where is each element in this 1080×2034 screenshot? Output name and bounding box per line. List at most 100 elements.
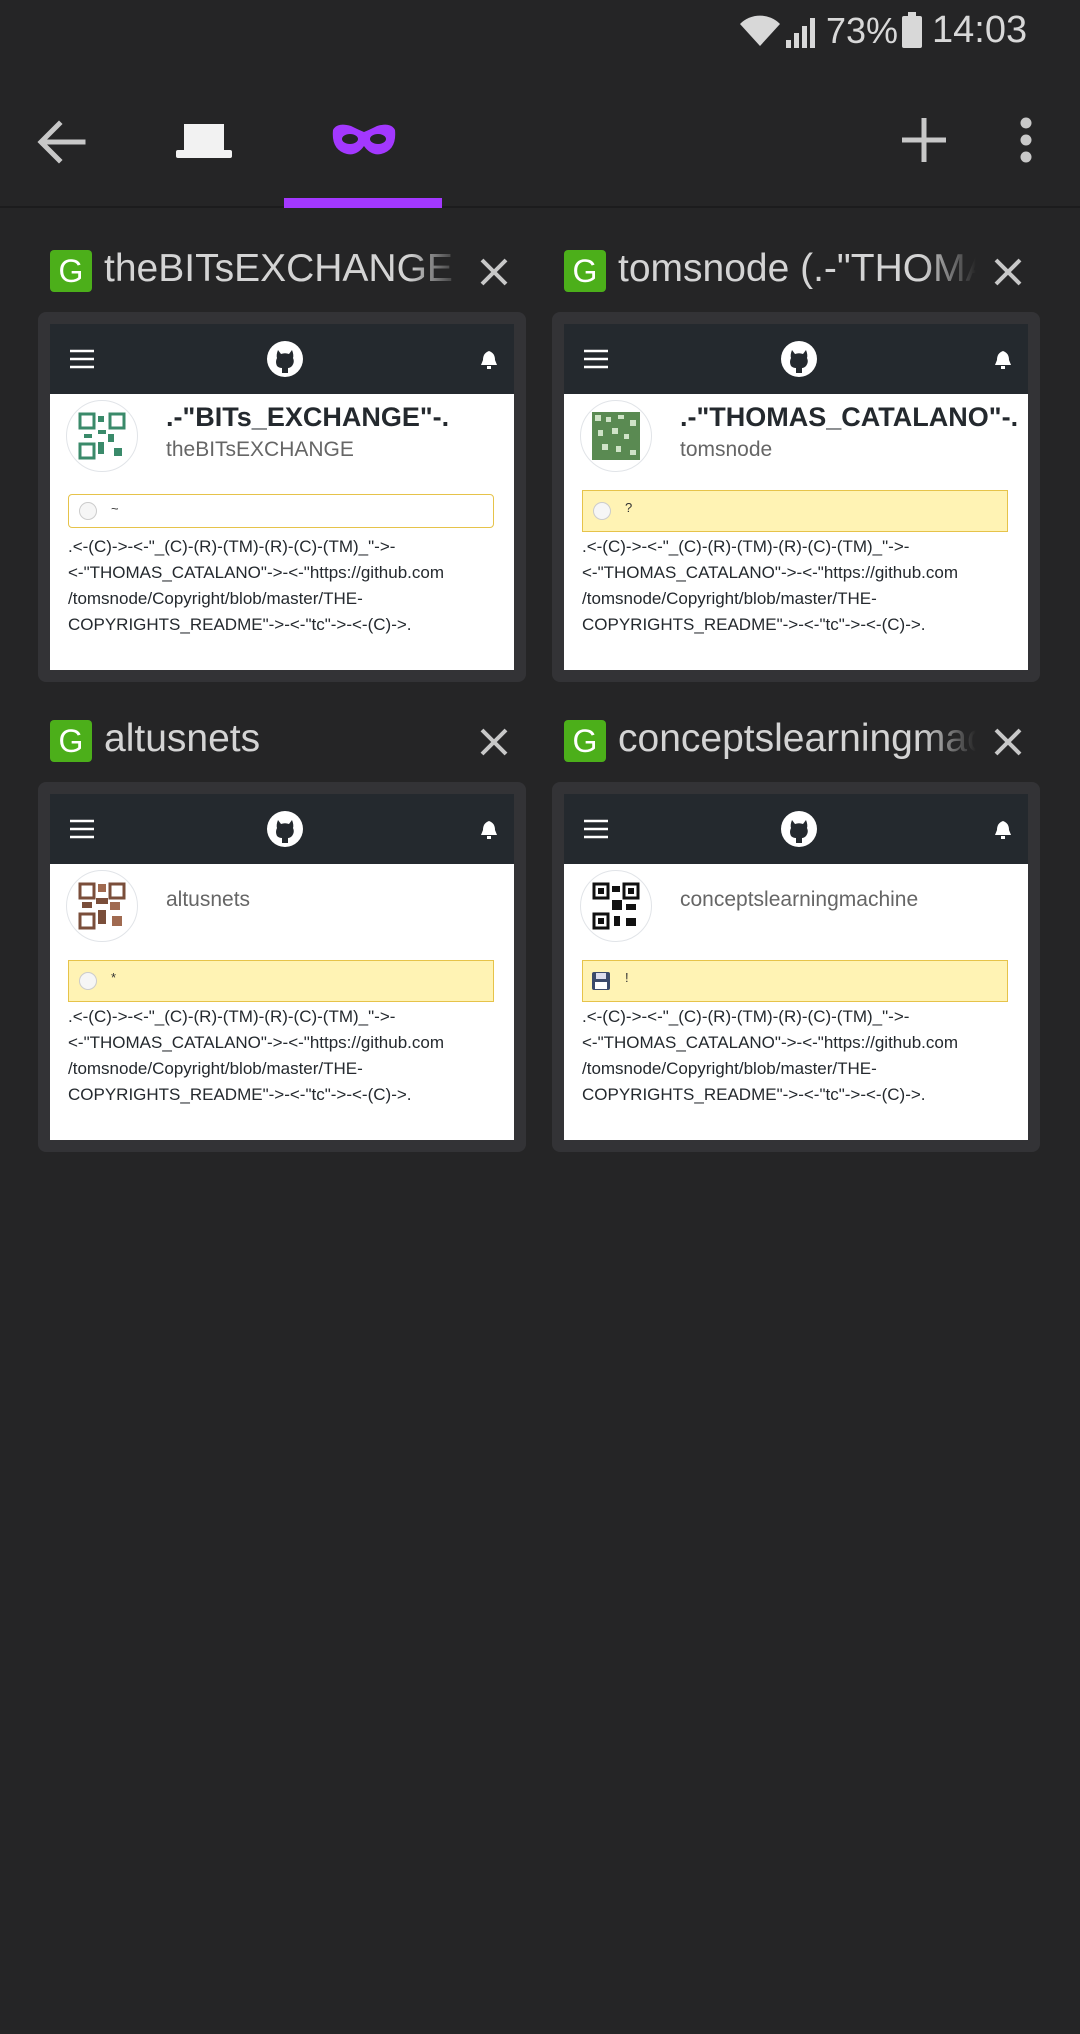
tab-title: altusnets (104, 717, 261, 760)
tab-header: G altusnets (38, 700, 526, 770)
qr-code-icon (78, 412, 126, 460)
tab-title: conceptslearningmachine (618, 717, 976, 760)
status-text: ? (625, 500, 633, 515)
tab-header: G theBITsEXCHANGE (.-"BITs_EXCHANGE"-.) (38, 230, 526, 300)
tab-header: G conceptslearningmachine (552, 700, 1040, 770)
github-logo-icon (781, 811, 817, 847)
close-icon[interactable] (474, 252, 514, 292)
tab-card[interactable]: G theBITsEXCHANGE (.-"BITs_EXCHANGE"-.) (38, 230, 526, 682)
status-box: ! (582, 960, 1008, 1002)
profile-login: conceptslearningmachine (680, 888, 919, 911)
bio-line: .<-(C)->-<-"_(C)-(R)-(TM)-(R)-(C)-(TM)_"… (68, 1007, 396, 1026)
github-logo-icon (267, 341, 303, 377)
github-header (564, 794, 1028, 864)
qr-code-icon (592, 412, 640, 460)
bell-icon (995, 821, 1011, 839)
github-logo-icon (267, 811, 303, 847)
profile-bio: .<-(C)->-<-"_(C)-(R)-(TM)-(R)-(C)-(TM)_"… (68, 534, 498, 638)
hamburger-icon (584, 349, 608, 369)
profile-login: tomsnode (680, 438, 773, 461)
wifi-icon (740, 15, 780, 46)
close-icon[interactable] (474, 722, 514, 762)
bell-icon (481, 351, 497, 369)
profile-bio: .<-(C)->-<-"_(C)-(R)-(TM)-(R)-(C)-(TM)_"… (582, 534, 1012, 638)
profile-summary: .-"BITs_EXCHANGE"-. theBITsEXCHANGE (50, 394, 514, 490)
github-header (50, 794, 514, 864)
favicon: G (50, 250, 92, 292)
hamburger-icon (584, 819, 608, 839)
signal-icon (786, 18, 815, 48)
hamburger-icon (70, 349, 94, 369)
private-mask-icon (332, 124, 396, 155)
bio-line: COPYRIGHTS_README"->-<-"tc"->-<-(C)->. (582, 1085, 926, 1104)
bio-line: /tomsnode/Copyright/blob/master/THE- (582, 589, 877, 608)
bio-line: .<-(C)->-<-"_(C)-(R)-(TM)-(R)-(C)-(TM)_"… (68, 537, 396, 556)
tab-title: theBITsEXCHANGE (.-"BITs_EXCHANGE"-.) (104, 247, 462, 290)
bio-line: /tomsnode/Copyright/blob/master/THE- (582, 1059, 877, 1078)
profile-summary: altusnets (50, 864, 514, 960)
clock: 14:03 (932, 9, 1028, 51)
page-preview: .-"BITs_EXCHANGE"-. theBITsEXCHANGE ~ .<… (50, 324, 514, 670)
close-icon[interactable] (988, 722, 1028, 762)
favicon: G (564, 720, 606, 762)
tab-thumbnail[interactable]: .-"THOMAS_CATALANO"-. tomsnode ? .<-(C)-… (552, 312, 1040, 682)
private-tab-selected-indicator (284, 198, 442, 208)
avatar (580, 870, 652, 942)
tab-thumbnail[interactable]: altusnets * .<-(C)->-<-"_(C)-(R)-(TM)-(R… (38, 782, 526, 1152)
bio-line: .<-(C)->-<-"_(C)-(R)-(TM)-(R)-(C)-(TM)_"… (582, 1007, 910, 1026)
close-icon[interactable] (988, 252, 1028, 292)
bio-line: <-"THOMAS_CATALANO"->-<-"https://github.… (68, 563, 445, 582)
avatar (66, 870, 138, 942)
page-preview: altusnets * .<-(C)->-<-"_(C)-(R)-(TM)-(R… (50, 794, 514, 1140)
floppy-disk-icon (591, 971, 611, 996)
tab-thumbnail[interactable]: .-"BITs_EXCHANGE"-. theBITsEXCHANGE ~ .<… (38, 312, 526, 682)
status-text: ! (625, 970, 629, 985)
plus-icon (902, 118, 946, 162)
profile-summary: conceptslearningmachine (564, 864, 1028, 960)
emoji-placeholder-icon (79, 972, 97, 990)
avatar (66, 400, 138, 472)
bio-line: .<-(C)->-<-"_(C)-(R)-(TM)-(R)-(C)-(TM)_"… (582, 537, 910, 556)
tab-thumbnail[interactable]: conceptslearningmachine ! .<-(C)->-<-"_(… (552, 782, 1040, 1152)
back-arrow-icon (37, 120, 86, 164)
bell-icon (995, 351, 1011, 369)
github-logo-icon (781, 341, 817, 377)
github-header (564, 324, 1028, 394)
status-box: ~ (68, 494, 494, 528)
tab-card[interactable]: G altusnets altusnets * .<-(C)->-<-"_(C)… (38, 700, 526, 1152)
bio-line: COPYRIGHTS_README"->-<-"tc"->-<-(C)->. (68, 1085, 412, 1104)
hamburger-icon (70, 819, 94, 839)
bio-line: /tomsnode/Copyright/blob/master/THE- (68, 1059, 363, 1078)
battery-icon (902, 12, 922, 48)
tab-header: G tomsnode (.-"THOMAS_CATALANO"-.) (552, 230, 1040, 300)
status-text: ~ (111, 501, 119, 516)
emoji-placeholder-icon (593, 502, 611, 520)
qr-code-icon (78, 882, 126, 930)
emoji-placeholder-icon (79, 502, 97, 520)
profile-name: .-"THOMAS_CATALANO"-. (680, 402, 1019, 432)
bio-line: <-"THOMAS_CATALANO"->-<-"https://github.… (582, 563, 959, 582)
bio-line: <-"THOMAS_CATALANO"->-<-"https://github.… (582, 1033, 959, 1052)
page-preview: conceptslearningmachine ! .<-(C)->-<-"_(… (564, 794, 1028, 1140)
battery-percent: 73% (826, 10, 899, 51)
github-header (50, 324, 514, 394)
profile-bio: .<-(C)->-<-"_(C)-(R)-(TM)-(R)-(C)-(TM)_"… (68, 1004, 498, 1108)
avatar (580, 400, 652, 472)
tab-card[interactable]: G tomsnode (.-"THOMAS_CATALANO"-.) (552, 230, 1040, 682)
new-tab-button[interactable] (884, 100, 964, 180)
profile-bio: .<-(C)->-<-"_(C)-(R)-(TM)-(R)-(C)-(TM)_"… (582, 1004, 1012, 1108)
tab-title: tomsnode (.-"THOMAS_CATALANO"-.) (618, 247, 976, 290)
normal-tabs-button[interactable] (164, 100, 244, 180)
status-box: * (68, 960, 494, 1002)
page-preview: .-"THOMAS_CATALANO"-. tomsnode ? .<-(C)-… (564, 324, 1028, 670)
tab-tray-toolbar (0, 64, 1080, 208)
normal-tabs-icon (176, 124, 232, 158)
favicon: G (50, 720, 92, 762)
profile-login: theBITsEXCHANGE (166, 438, 354, 461)
profile-summary: .-"THOMAS_CATALANO"-. tomsnode (564, 394, 1028, 490)
bio-line: COPYRIGHTS_README"->-<-"tc"->-<-(C)->. (582, 615, 926, 634)
overflow-menu-button[interactable] (996, 100, 1056, 180)
back-button[interactable] (22, 102, 102, 182)
tab-card[interactable]: G conceptslearningmachine (552, 700, 1040, 1152)
private-tabs-button[interactable] (324, 100, 404, 180)
